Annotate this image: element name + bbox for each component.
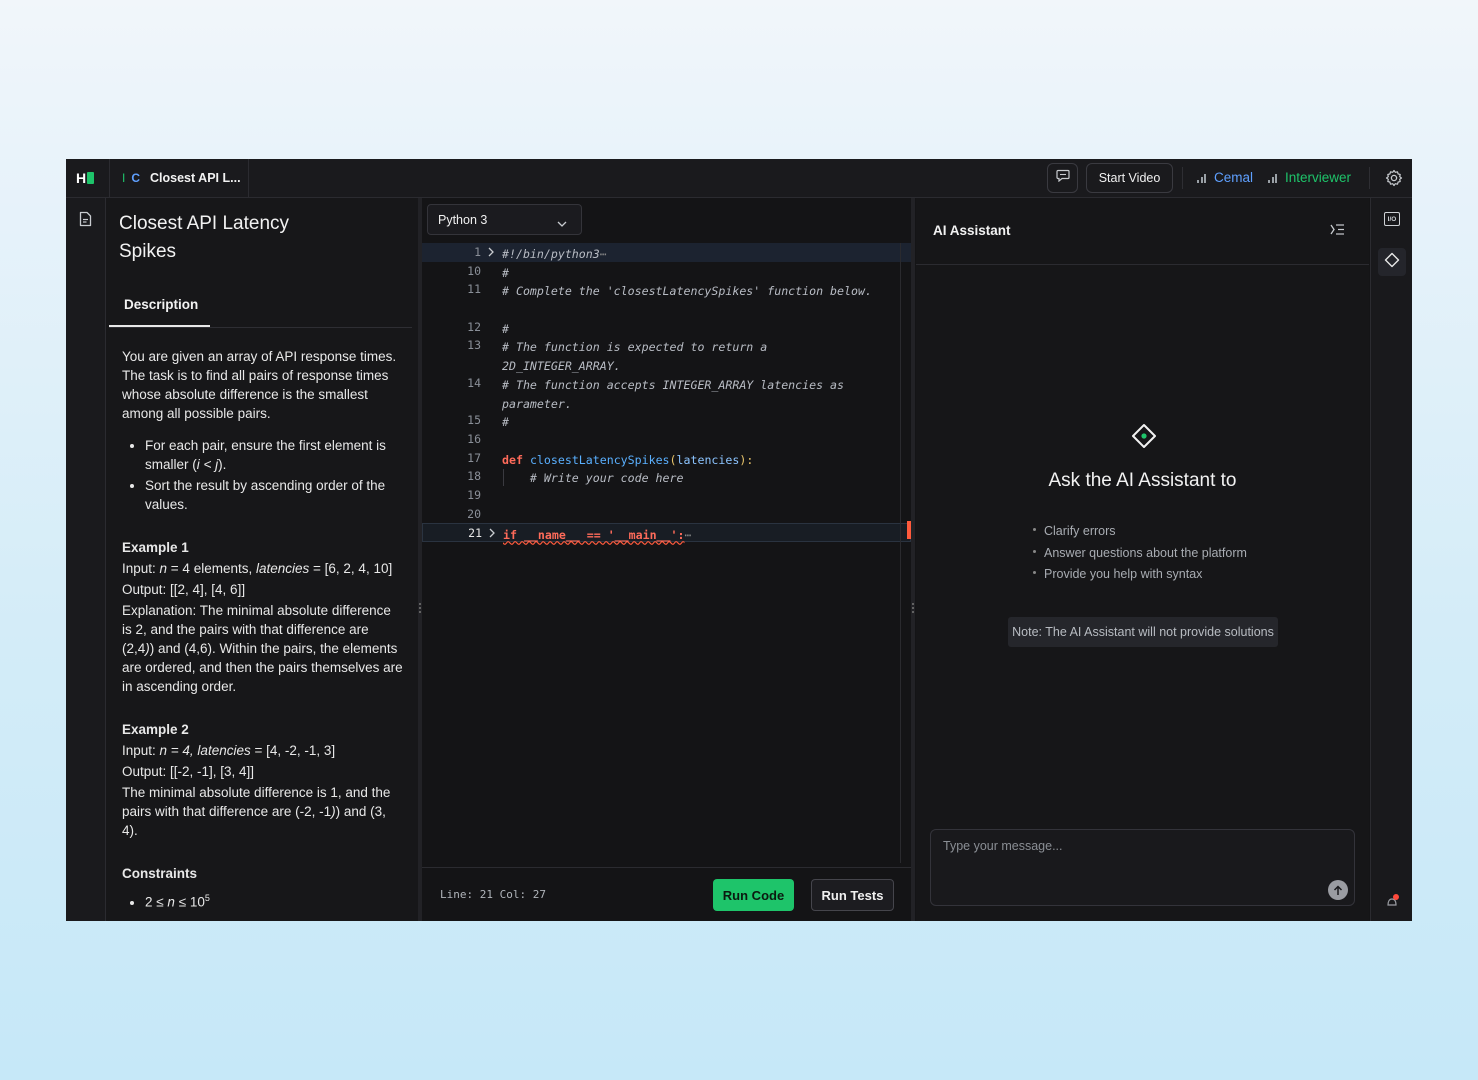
code-line: 18 # Write your code here xyxy=(467,469,684,487)
code-line: 17 def closestLatencySpikes(latencies): xyxy=(467,450,754,467)
code-line: 16 xyxy=(467,431,481,446)
run-code-button[interactable]: Run Code xyxy=(713,879,794,911)
editor-footer: Line: 21 Col: 27 Run Code Run Tests xyxy=(422,867,911,921)
code-line: 14 # The function accepts INTEGER_ARRAY l… xyxy=(467,375,852,411)
assistant-title: AI Assistant xyxy=(933,223,1011,238)
document-icon[interactable] xyxy=(78,211,93,232)
code-line: 20 xyxy=(467,506,481,521)
tab-problem[interactable]: I C Closest API L... xyxy=(109,159,249,197)
tab-description[interactable]: Description xyxy=(109,288,210,327)
scrollbar[interactable] xyxy=(900,243,901,863)
user-cemal[interactable]: Cemal xyxy=(1197,170,1253,185)
tab-prefix-2: C xyxy=(131,171,141,185)
list-item: Clarify errors xyxy=(1033,524,1247,540)
language-value: Python 3 xyxy=(438,213,488,227)
example-2-input: Input: n = 4, latencies = [4, -2, -1, 3] xyxy=(122,743,336,758)
list-item: Sort the result by ascending order of th… xyxy=(145,476,404,514)
assistant-options: Clarify errors Answer questions about th… xyxy=(1033,524,1247,589)
code-area[interactable]: 1 #!/bin/python3⋯ 10 # 11 # Complete the '… xyxy=(422,243,911,542)
start-video-button[interactable]: Start Video xyxy=(1086,163,1173,193)
problem-panel: Closest API Latency Spikes Description Y… xyxy=(106,198,418,921)
example-1-title: Example 1 xyxy=(122,540,189,555)
user-name: Cemal xyxy=(1214,170,1254,185)
gear-icon[interactable] xyxy=(1384,168,1404,188)
chat-icon xyxy=(1055,169,1070,187)
io-icon: I/O xyxy=(1384,212,1400,226)
message-input[interactable] xyxy=(941,838,1325,854)
io-button[interactable]: I/O xyxy=(1378,205,1406,233)
splitter-right[interactable] xyxy=(911,198,915,921)
drag-handle-icon[interactable] xyxy=(419,603,421,617)
example-2-title: Example 2 xyxy=(122,722,189,737)
requirements-list: For each pair, ensure the first element … xyxy=(122,436,404,514)
sparkle-icon xyxy=(1384,252,1400,273)
code-line: 19 xyxy=(467,487,481,502)
collapse-panel-icon[interactable] xyxy=(1330,223,1345,241)
problem-intro: You are given an array of API response t… xyxy=(122,349,397,421)
notification-icon[interactable] xyxy=(1384,893,1400,909)
code-line-active: 21 if __name__ == '__main__':⋯ xyxy=(422,523,911,542)
code-editor[interactable]: Python 3 1 #!/bin/python3⋯ 10 # 11 # Compl… xyxy=(422,198,1005,921)
chevron-down-icon xyxy=(557,216,567,230)
run-tests-button[interactable]: Run Tests xyxy=(811,879,894,911)
divider xyxy=(1182,167,1183,189)
example-1-input: Input: n = 4 elements, latencies = [6, 2… xyxy=(122,561,393,576)
chat-button[interactable] xyxy=(1047,163,1078,193)
logo[interactable]: H xyxy=(76,171,96,185)
app-window: H I C Closest API L... Start Video Cemal… xyxy=(66,159,1412,921)
user-name: Interviewer xyxy=(1285,170,1352,185)
left-rail xyxy=(66,198,106,921)
tab-title: Closest API L... xyxy=(150,171,241,185)
send-button[interactable] xyxy=(1328,880,1348,900)
user-interviewer[interactable]: Interviewer xyxy=(1268,170,1351,185)
language-select[interactable]: Python 3 xyxy=(427,204,582,235)
example-1-output: Output: [[2, 4], [4, 6]] xyxy=(122,582,246,597)
list-item: For each pair, ensure the first element … xyxy=(145,436,404,474)
code-line: 15 # xyxy=(467,413,509,430)
constraints-list: 2 ≤ n ≤ 105 xyxy=(122,889,404,912)
code-line: 13 # The function is expected to return a… xyxy=(467,338,775,374)
top-bar: H I C Closest API L... Start Video Cemal… xyxy=(66,159,1412,198)
signal-icon xyxy=(1197,173,1206,183)
cursor-position: Line: 21 Col: 27 xyxy=(440,888,546,901)
list-item: 2 ≤ n ≤ 105 xyxy=(145,889,404,912)
arrow-up-icon xyxy=(1333,884,1343,895)
right-rail: I/O xyxy=(1370,198,1412,921)
assistant-header: AI Assistant xyxy=(916,198,1369,265)
signal-icon xyxy=(1268,173,1277,183)
sparkle-icon xyxy=(1131,423,1157,454)
ai-assistant-panel: AI Assistant Ask the AI Assistant to Cla… xyxy=(916,198,1369,921)
code-line: 11 # Complete the 'closestLatencySpikes' … xyxy=(467,282,872,299)
chevron-right-icon[interactable] xyxy=(488,527,496,541)
list-item: Provide you help with syntax xyxy=(1033,567,1247,583)
code-line: 1 #!/bin/python3⋯ xyxy=(422,243,911,262)
chevron-right-icon[interactable] xyxy=(487,246,495,260)
ai-assistant-button[interactable] xyxy=(1378,248,1406,276)
tab-prefix-1: I xyxy=(122,171,126,185)
list-item: Answer questions about the platform xyxy=(1033,546,1247,562)
assistant-prompt: Ask the AI Assistant to xyxy=(1048,470,1237,491)
example-2-output: Output: [[-2, -1], [3, 4]] xyxy=(122,764,255,779)
code-line: 12 # xyxy=(467,319,509,336)
problem-tabs: Description xyxy=(109,288,412,328)
message-box[interactable] xyxy=(930,829,1355,906)
divider xyxy=(1369,167,1370,189)
constraints-title: Constraints xyxy=(122,866,198,881)
code-line: 10 # xyxy=(467,263,509,280)
drag-handle-icon[interactable] xyxy=(912,603,914,617)
example-1-explanation: Explanation: The minimal absolute differ… xyxy=(122,603,403,694)
assistant-note: Note: The AI Assistant will not provide … xyxy=(1008,617,1278,647)
problem-title: Closest API Latency Spikes xyxy=(119,213,290,262)
problem-description: You are given an array of API response t… xyxy=(122,347,404,914)
example-2-explanation: The minimal absolute difference is 1, an… xyxy=(122,785,391,838)
